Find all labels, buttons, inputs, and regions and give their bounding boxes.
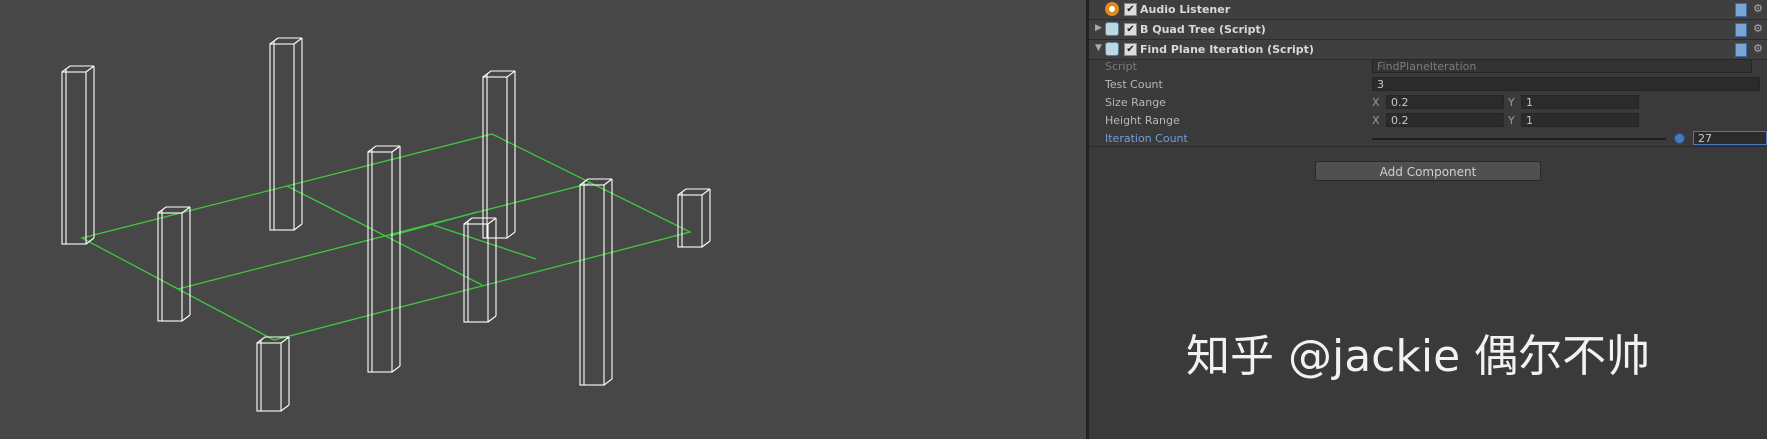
pillar-edge (603, 178, 613, 186)
iteration-count-input[interactable]: 27 (1693, 131, 1767, 145)
gear-icon[interactable]: ⚙ (1753, 42, 1763, 55)
pillar-2[interactable] (269, 37, 303, 231)
property-test-count: Test Count 3 (1089, 76, 1767, 94)
size-range-x-input[interactable]: 0.2 (1386, 95, 1504, 109)
help-book-icon[interactable] (1735, 23, 1747, 37)
pillar-group (61, 37, 711, 412)
grid-outer-boundary (80, 133, 692, 341)
pillar-edge (701, 188, 711, 196)
fold-open-icon[interactable]: ▼ (1095, 43, 1102, 53)
gear-icon[interactable]: ⚙ (1753, 2, 1763, 15)
audio-listener-icon (1105, 2, 1119, 16)
pillar-6[interactable] (463, 217, 497, 323)
pillar-4[interactable] (367, 145, 401, 373)
script-icon (1105, 22, 1119, 36)
add-component-button[interactable]: Add Component (1315, 161, 1541, 181)
pillar-1[interactable] (61, 65, 95, 245)
help-book-icon[interactable] (1735, 3, 1747, 17)
enable-checkbox[interactable]: ✔ (1124, 23, 1137, 36)
pillar-edge (391, 365, 401, 373)
x-label: X (1372, 96, 1380, 109)
scene-view[interactable] (0, 0, 1086, 439)
component-title: Audio Listener (1140, 3, 1231, 16)
watermark-text: 知乎 @jackie 偶尔不帅 (1186, 331, 1651, 382)
y-label: Y (1508, 114, 1515, 127)
pillar-3[interactable] (482, 70, 516, 239)
enable-checkbox[interactable]: ✔ (1124, 43, 1137, 56)
pillar-edge (293, 37, 303, 45)
fold-closed-icon[interactable]: ▶ (1095, 23, 1102, 33)
property-label: Iteration Count (1105, 132, 1188, 145)
pillar-edge (391, 145, 401, 153)
pillar-edge (181, 314, 191, 322)
pillar-edge (85, 65, 95, 73)
component-title: Find Plane Iteration (Script) (1140, 43, 1314, 56)
property-height-range: Height Range X 0.2 Y 1 (1089, 112, 1767, 130)
y-label: Y (1508, 96, 1515, 109)
pillar-7[interactable] (579, 178, 613, 386)
component-title: B Quad Tree (Script) (1140, 23, 1266, 36)
script-icon (1105, 42, 1119, 56)
property-label: Test Count (1105, 78, 1163, 91)
pillar-edge (506, 231, 516, 239)
property-label: Height Range (1105, 114, 1180, 127)
pillar-5[interactable] (157, 206, 191, 322)
pillar-edge (603, 378, 613, 386)
size-range-y-input[interactable]: 1 (1521, 95, 1639, 109)
enable-checkbox[interactable]: ✔ (1124, 3, 1137, 16)
script-field[interactable]: FindPlaneIteration (1372, 59, 1752, 73)
pillar-edge (293, 223, 303, 231)
scene-canvas[interactable] (0, 0, 1086, 439)
pillar-edge (487, 217, 497, 225)
test-count-input[interactable]: 3 (1372, 77, 1760, 91)
property-script: Script FindPlaneIteration (1089, 58, 1767, 76)
quad-tree-grid (80, 133, 692, 341)
gear-icon[interactable]: ⚙ (1753, 22, 1763, 35)
x-label: X (1372, 114, 1380, 127)
section-divider (1089, 146, 1767, 147)
property-size-range: Size Range X 0.2 Y 1 (1089, 94, 1767, 112)
component-header-find-plane-iteration[interactable]: ▼ ✔ Find Plane Iteration (Script) ⚙ (1089, 40, 1767, 60)
pillar-edge (701, 240, 711, 248)
grid-line-mid-b (177, 182, 592, 290)
component-header-audio-listener[interactable]: ✔ Audio Listener ⚙ (1089, 0, 1767, 20)
help-book-icon[interactable] (1735, 43, 1747, 57)
iteration-count-slider-track[interactable] (1372, 138, 1666, 140)
component-header-b-quad-tree[interactable]: ▶ ✔ B Quad Tree (Script) ⚙ (1089, 20, 1767, 40)
pillar-8[interactable] (677, 188, 711, 248)
pillar-9[interactable] (256, 336, 290, 412)
pillar-edge (280, 404, 290, 412)
pillar-edge (506, 70, 516, 78)
height-range-y-input[interactable]: 1 (1521, 113, 1639, 127)
property-label: Size Range (1105, 96, 1166, 109)
inspector-panel: ✔ Audio Listener ⚙ ▶ ✔ B Quad Tree (Scri… (1089, 0, 1767, 439)
iteration-count-slider-knob[interactable] (1674, 133, 1685, 144)
height-range-x-input[interactable]: 0.2 (1386, 113, 1504, 127)
pillar-edge (487, 315, 497, 323)
property-label: Script (1105, 60, 1137, 73)
grid-line-sub-b (432, 224, 537, 260)
